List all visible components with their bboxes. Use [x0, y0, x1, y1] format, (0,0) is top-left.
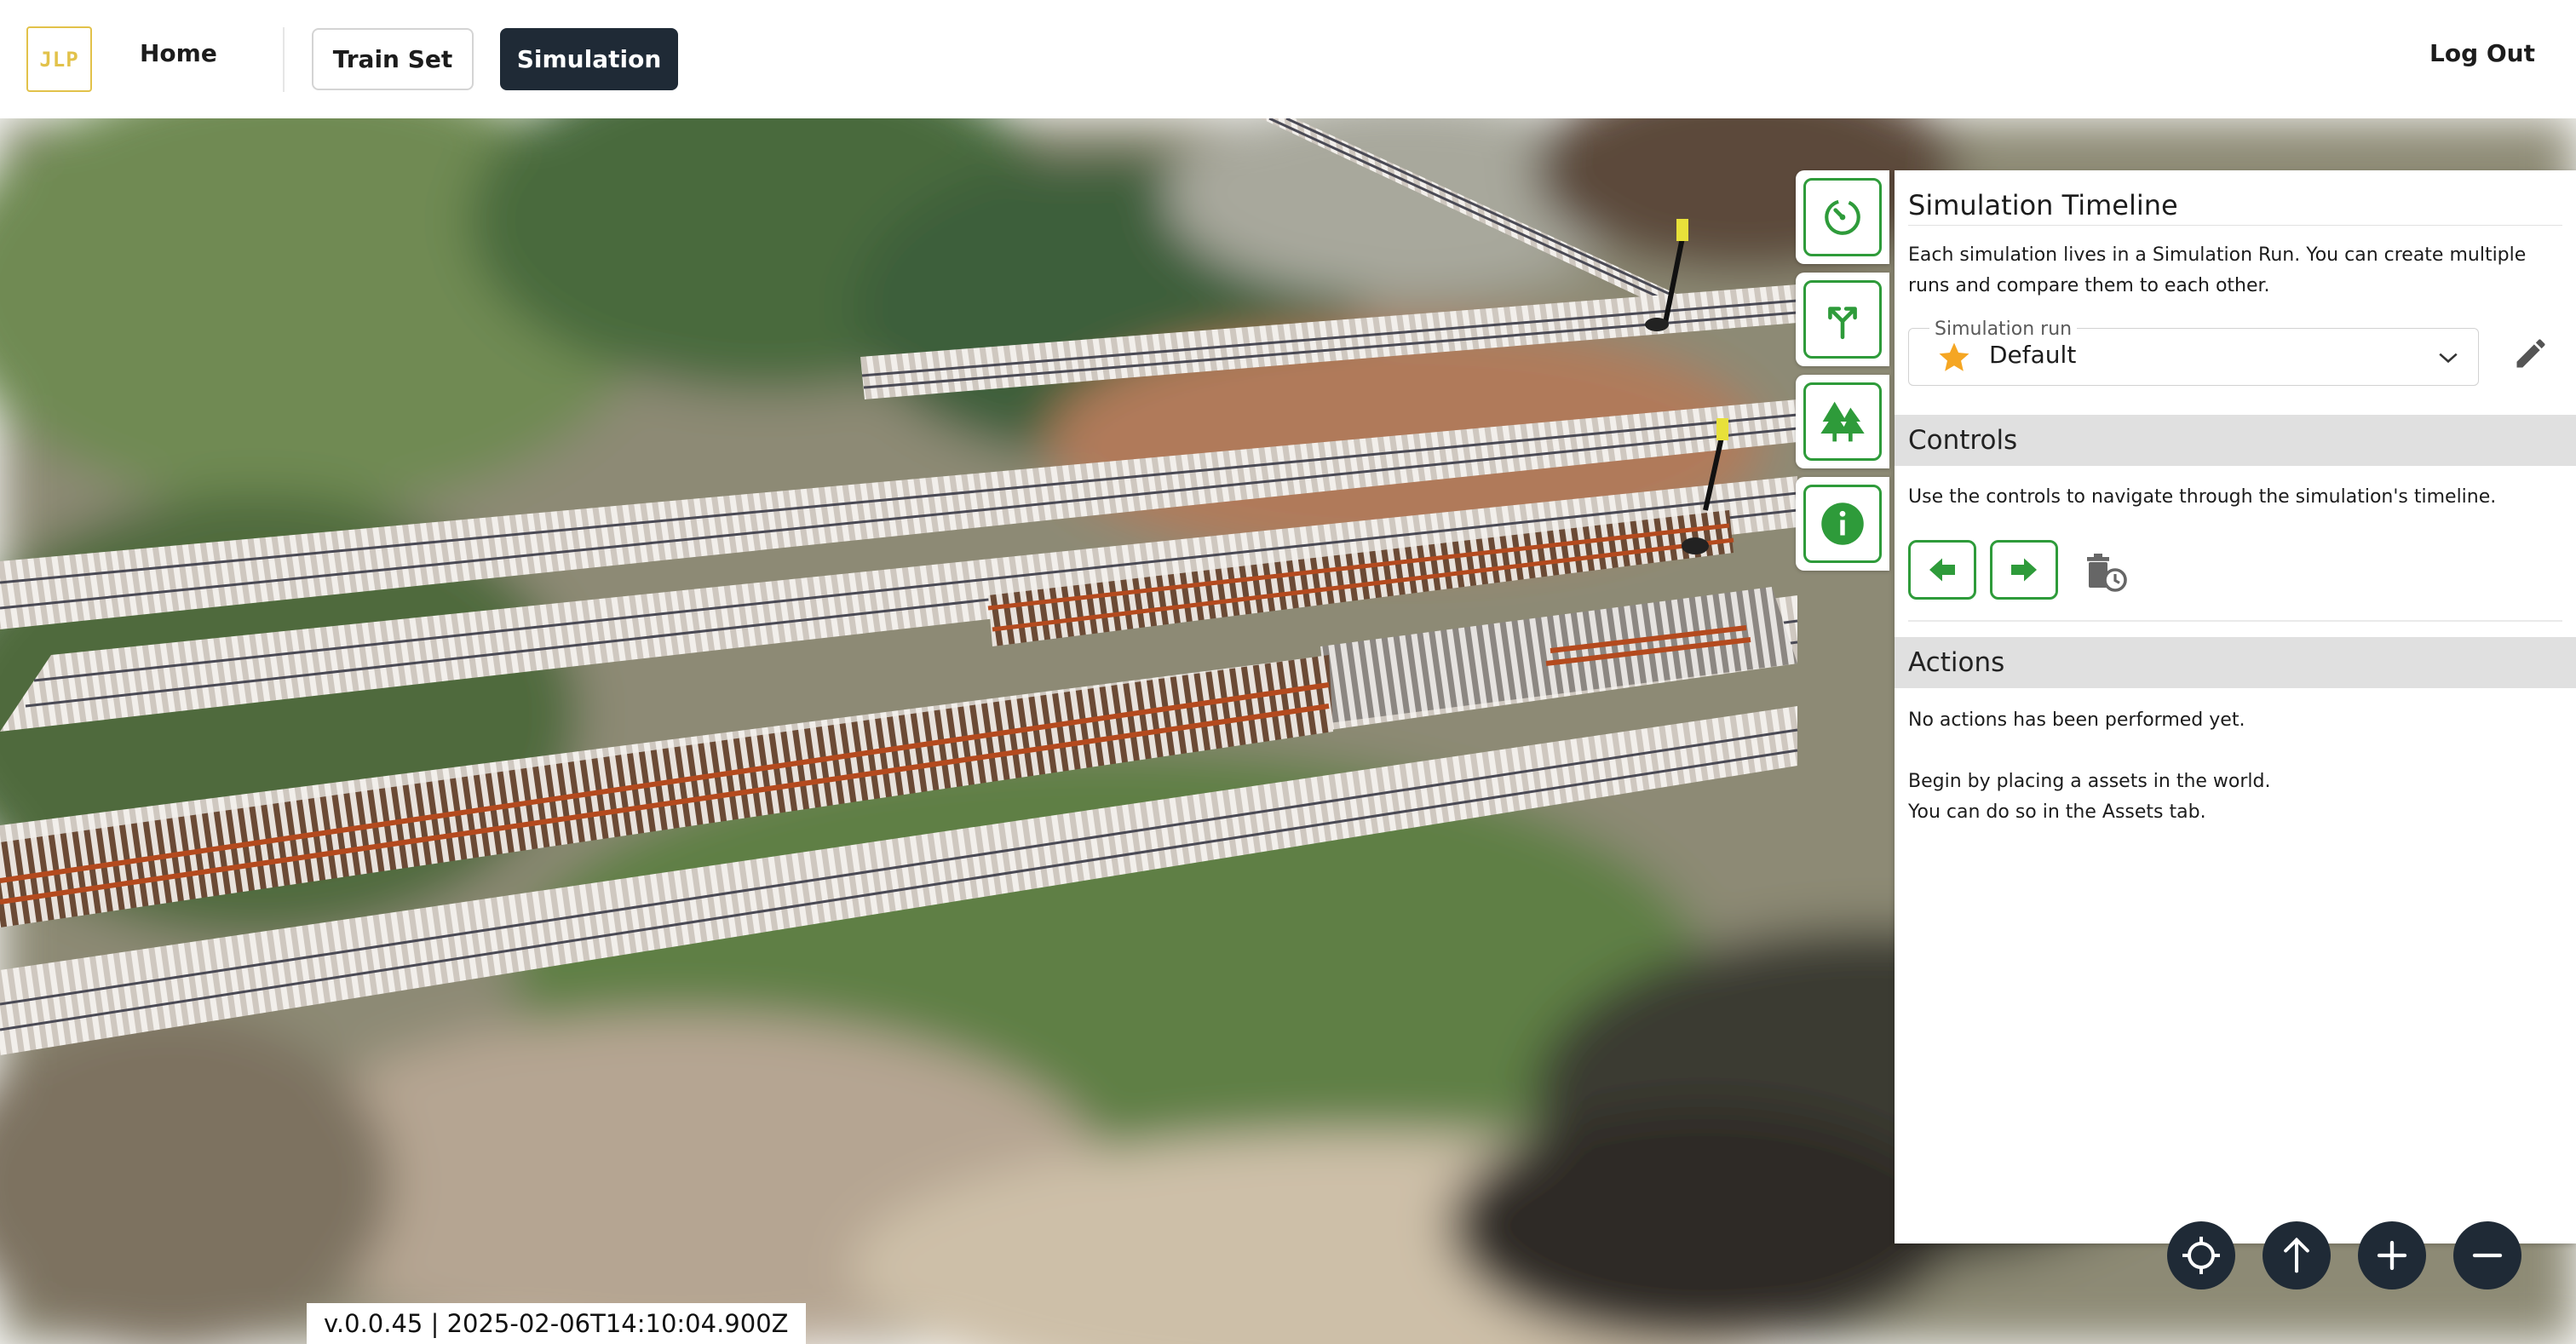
- timeline-icon: [1825, 199, 1860, 235]
- controls-divider: [1908, 620, 2562, 622]
- zoom-in-icon: [2377, 1240, 2407, 1271]
- logo-text: JLP: [39, 47, 79, 72]
- step-forward-button[interactable]: [1990, 540, 2058, 600]
- arrow-right-icon: [2011, 558, 2037, 582]
- zoom-out-icon: [2472, 1253, 2503, 1258]
- chevron-down-icon: [2439, 353, 2458, 364]
- controls-section-header: Controls: [1895, 415, 2576, 466]
- home-link[interactable]: Home: [140, 39, 217, 67]
- trees-icon: [1820, 401, 1865, 442]
- zoom-in-button[interactable]: [2358, 1221, 2426, 1289]
- version-label: v.0.0.45 | 2025-02-06T14:10:04.900Z: [307, 1303, 806, 1344]
- simulation-run-value: Default: [1989, 341, 2077, 369]
- app-logo[interactable]: JLP: [26, 26, 92, 92]
- arrow-left-icon: [1929, 558, 1955, 582]
- controls-description: Use the controls to navigate through the…: [1908, 486, 2497, 508]
- locate-button[interactable]: [2167, 1221, 2235, 1289]
- nav-divider: [283, 27, 285, 92]
- step-back-button[interactable]: [1908, 540, 1976, 600]
- simulation-run-label: Simulation run: [1929, 319, 2078, 340]
- switch-icon: [1828, 307, 1857, 340]
- edit-run-button[interactable]: [2512, 335, 2550, 372]
- zoom-out-button[interactable]: [2453, 1221, 2521, 1289]
- train-set-button[interactable]: Train Set: [312, 28, 474, 90]
- top-navigation-bar: JLP Home Train Set Simulation Log Out: [0, 0, 2576, 118]
- tab-switches[interactable]: [1796, 273, 1889, 366]
- panel-title: Simulation Timeline: [1908, 189, 2178, 221]
- simulation-button[interactable]: Simulation: [500, 28, 678, 90]
- tab-simulation-timeline[interactable]: [1796, 170, 1889, 264]
- tab-assets[interactable]: [1796, 375, 1889, 468]
- actions-empty-text: No actions has been performed yet.: [1908, 709, 2245, 731]
- title-divider: [1908, 225, 2562, 226]
- panel-description: Each simulation lives in a Simulation Ru…: [1908, 244, 2527, 296]
- clear-history-button[interactable]: [2084, 552, 2128, 593]
- actions-hint-line-1: Begin by placing a assets in the world.: [1908, 771, 2271, 792]
- north-arrow-icon: [2284, 1237, 2309, 1273]
- panel-tab-strip: [1796, 170, 1895, 579]
- reset-north-button[interactable]: [2263, 1221, 2331, 1289]
- simulation-timeline-panel: Simulation Timeline Each simulation live…: [1895, 170, 2576, 1243]
- info-icon: [1821, 503, 1864, 545]
- actions-hint-line-2: You can do so in the Assets tab.: [1908, 801, 2206, 823]
- locate-icon: [2182, 1237, 2220, 1274]
- actions-section-header: Actions: [1895, 637, 2576, 688]
- tab-info[interactable]: [1796, 477, 1889, 571]
- log-out-link[interactable]: Log Out: [2429, 39, 2535, 67]
- star-icon: [1939, 342, 1969, 371]
- simulation-run-select[interactable]: Simulation run Default: [1908, 319, 2479, 386]
